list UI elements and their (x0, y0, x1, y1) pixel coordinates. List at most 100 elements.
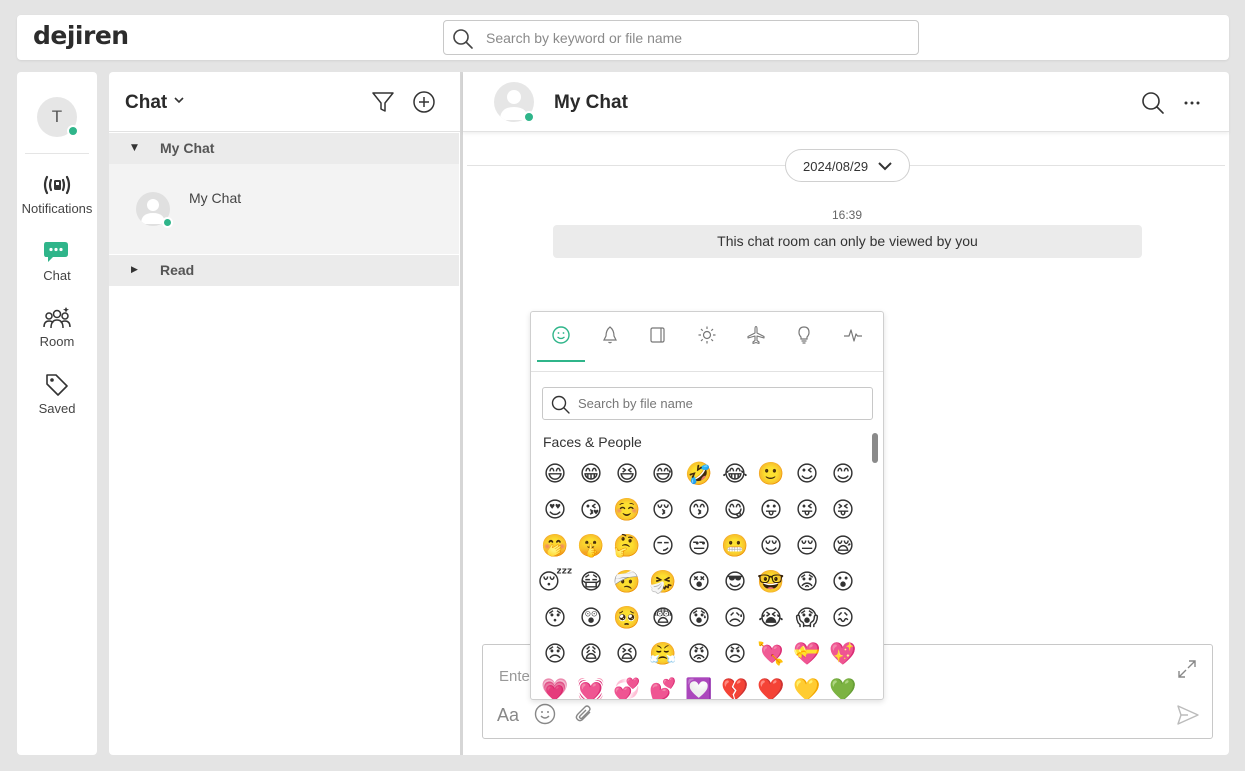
nav-item-saved[interactable]: Saved (17, 373, 97, 429)
tab-notifications[interactable] (586, 322, 634, 362)
emoji-item[interactable]: 😡 (681, 637, 717, 673)
emoji-item[interactable]: 😄 (537, 457, 573, 493)
emoji-item[interactable]: ☺️ (609, 493, 645, 529)
emoji-item[interactable]: 😁 (573, 457, 609, 493)
emoji-item[interactable]: 💛 (789, 673, 825, 699)
emoji-item[interactable]: 😫 (609, 637, 645, 673)
emoji-item[interactable]: 🤕 (609, 565, 645, 601)
emoji-item[interactable]: 🤣 (681, 457, 717, 493)
emoji-item[interactable]: 😵 (681, 565, 717, 601)
nav-item-room[interactable]: Room (17, 306, 97, 362)
emoji-item[interactable]: 😂 (717, 457, 753, 493)
emoji-item[interactable]: 😲 (573, 601, 609, 637)
online-status-dot (523, 111, 535, 123)
emoji-item[interactable]: 😒 (681, 529, 717, 565)
emoji-item[interactable]: 😛 (753, 493, 789, 529)
emoji-item[interactable]: 🤭 (537, 529, 573, 565)
message-input[interactable]: Ente (499, 668, 530, 685)
nav-item-notifications[interactable]: Notifications (17, 173, 97, 229)
emoji-item[interactable]: 😆 (609, 457, 645, 493)
group-row-read[interactable]: ▶ Read (109, 255, 459, 286)
nav-item-chat[interactable]: Chat (17, 240, 97, 296)
emoji-item[interactable]: 😖 (825, 601, 861, 637)
emoji-item[interactable]: 😉 (789, 457, 825, 493)
emoji-item[interactable]: 😍 (537, 493, 573, 529)
emoji-item[interactable]: 😬 (717, 529, 753, 565)
emoji-item[interactable]: 😝 (825, 493, 861, 529)
emoji-icon[interactable] (534, 703, 556, 725)
emoji-item[interactable]: 😟 (789, 565, 825, 601)
emoji-item[interactable]: 😨 (645, 601, 681, 637)
emoji-item[interactable]: 😰 (681, 601, 717, 637)
date-pill[interactable]: 2024/08/29 (785, 149, 910, 182)
emoji-item[interactable]: 💖 (825, 637, 861, 673)
group-row-my-chat[interactable]: ▼ My Chat (109, 133, 459, 164)
emoji-item[interactable]: 😋 (717, 493, 753, 529)
emoji-item[interactable]: ❤️ (753, 673, 789, 699)
tab-ideas[interactable] (780, 322, 828, 362)
emoji-item[interactable]: 🤫 (573, 529, 609, 565)
global-search[interactable] (443, 20, 919, 55)
send-icon[interactable] (1176, 704, 1200, 726)
emoji-item[interactable]: 😎 (717, 565, 753, 601)
emoji-item[interactable]: 🥺 (609, 601, 645, 637)
plane-icon (747, 325, 765, 345)
more-options-icon[interactable] (1183, 91, 1201, 115)
emoji-item[interactable]: 😜 (789, 493, 825, 529)
emoji-scrollbar[interactable] (872, 433, 878, 463)
emoji-search-input[interactable] (578, 388, 858, 419)
emoji-item[interactable]: 😴 (537, 565, 573, 601)
emoji-item[interactable]: 💚 (825, 673, 861, 699)
tab-activity[interactable] (829, 322, 877, 362)
emoji-item[interactable]: 😪 (825, 529, 861, 565)
attach-icon[interactable] (573, 703, 595, 725)
logo-text: dejiren (33, 21, 129, 50)
emoji-item[interactable]: 💞 (609, 673, 645, 699)
emoji-item[interactable]: 😘 (573, 493, 609, 529)
emoji-item[interactable]: 😩 (573, 637, 609, 673)
emoji-item[interactable]: 😮 (825, 565, 861, 601)
emoji-item[interactable]: 😭 (753, 601, 789, 637)
emoji-item[interactable]: 😤 (645, 637, 681, 673)
emoji-item[interactable]: 😱 (789, 601, 825, 637)
filter-icon[interactable] (371, 90, 395, 114)
app-logo[interactable]: dejiren (33, 21, 129, 50)
emoji-item[interactable]: 😌 (753, 529, 789, 565)
emoji-item[interactable]: 🤧 (645, 565, 681, 601)
emoji-item[interactable]: 😏 (645, 529, 681, 565)
activity-icon (844, 329, 862, 342)
tab-smileys[interactable] (537, 322, 585, 362)
list-item[interactable]: My Chat (109, 164, 459, 254)
chat-list-title[interactable]: Chat (125, 92, 167, 114)
emoji-item[interactable]: 😚 (645, 493, 681, 529)
emoji-item[interactable]: 😥 (717, 601, 753, 637)
emoji-item[interactable]: 💗 (537, 673, 573, 699)
emoji-item[interactable]: 😯 (537, 601, 573, 637)
emoji-item[interactable]: 😙 (681, 493, 717, 529)
emoji-item[interactable]: 💓 (573, 673, 609, 699)
emoji-item[interactable]: 😊 (825, 457, 861, 493)
tab-nature[interactable] (683, 322, 731, 362)
tab-objects[interactable] (634, 322, 682, 362)
emoji-item[interactable]: 😅 (645, 457, 681, 493)
emoji-item[interactable]: 🙂 (753, 457, 789, 493)
emoji-item[interactable]: 💟 (681, 673, 717, 699)
emoji-item[interactable]: 😞 (537, 637, 573, 673)
chevron-down-icon[interactable] (173, 94, 185, 106)
global-search-input[interactable] (486, 21, 906, 54)
emoji-item[interactable]: 💕 (645, 673, 681, 699)
emoji-item[interactable]: 😠 (717, 637, 753, 673)
search-icon[interactable] (1141, 91, 1165, 115)
emoji-search[interactable] (542, 387, 873, 420)
emoji-item[interactable]: 💘 (753, 637, 789, 673)
emoji-item[interactable]: 💝 (789, 637, 825, 673)
emoji-item[interactable]: 💔 (717, 673, 753, 699)
font-format-button[interactable]: Aa (497, 705, 519, 726)
tab-travel[interactable] (732, 322, 780, 362)
emoji-item[interactable]: 😷 (573, 565, 609, 601)
emoji-item[interactable]: 🤔 (609, 529, 645, 565)
add-chat-icon[interactable] (412, 90, 436, 114)
expand-icon[interactable] (1177, 659, 1197, 679)
emoji-item[interactable]: 😔 (789, 529, 825, 565)
emoji-item[interactable]: 🤓 (753, 565, 789, 601)
